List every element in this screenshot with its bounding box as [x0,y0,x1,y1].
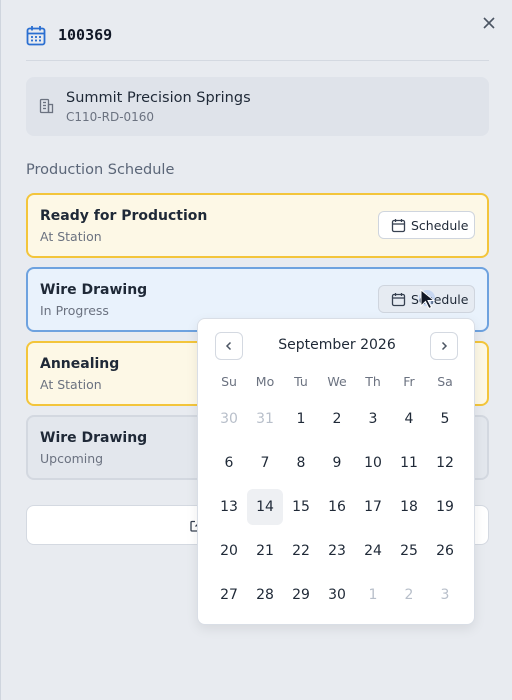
calendar-day[interactable]: 13 [211,489,247,525]
calendar-day[interactable]: 20 [211,533,247,569]
schedule-button[interactable]: Schedule [378,285,475,313]
calendar-day[interactable]: 23 [319,533,355,569]
calendar-day[interactable]: 24 [355,533,391,569]
calendar-day-outside-month[interactable]: 2 [391,577,427,613]
page-title: 100369 [58,26,113,44]
calendar-day[interactable]: 8 [283,445,319,481]
calendar-icon [391,292,406,306]
step-status: At Station [40,377,102,392]
calendar-day[interactable]: 2 [319,401,355,437]
weekday-label: Fr [403,374,415,389]
calendar-day[interactable]: 11 [391,445,427,481]
calendar-day[interactable]: 3 [355,401,391,437]
date-picker-popover: September 2026 Su Mo Tu We Th Fr Sa 30 3… [197,318,475,625]
building-icon [39,98,54,114]
chevron-right-icon [441,341,448,351]
calendar-day[interactable]: 15 [283,489,319,525]
calendar-day[interactable]: 7 [247,445,283,481]
calendar-day[interactable]: 25 [391,533,427,569]
step-title: Annealing [40,356,120,372]
weekday-label: Mo [255,374,275,389]
weekday-label: Tu [294,374,308,389]
calendar-day-outside-month[interactable]: 1 [355,577,391,613]
calendar-day[interactable]: 10 [355,445,391,481]
close-button[interactable] [480,13,498,33]
step-status: In Progress [40,303,109,318]
calendar-day[interactable]: 18 [391,489,427,525]
schedule-button-label: Schedule [411,291,469,307]
calendar-day[interactable]: 30 [319,577,355,613]
weekday-label: Sa [437,374,453,389]
step-status: Upcoming [40,451,104,466]
panel-header: 100369 [26,24,489,61]
calendar-day[interactable]: 6 [211,445,247,481]
next-month-button[interactable] [430,332,458,360]
schedule-button[interactable]: Schedule [378,211,475,239]
calendar-day[interactable]: 16 [319,489,355,525]
company-code: C110-RD-0160 [66,110,155,124]
calendar-day[interactable]: 1 [283,401,319,437]
calendar-icon [391,218,406,232]
calendar-day[interactable]: 21 [247,533,283,569]
step-card-ready-for-production: Ready for Production At Station Schedule [26,193,489,258]
calendar-day[interactable]: 9 [319,445,355,481]
calendar-day-outside-month[interactable]: 30 [211,401,247,437]
step-title: Wire Drawing [40,282,148,298]
calendar-day[interactable]: 17 [355,489,391,525]
weekday-label: We [327,374,347,389]
weekday-label: Su [221,374,237,389]
weekday-label: Th [365,374,381,389]
weekday-header-row: Su Mo Tu We Th Fr Sa [211,374,463,389]
calendar-day[interactable]: 5 [427,401,463,437]
calendar-day[interactable]: 19 [427,489,463,525]
calendar-icon [26,26,46,46]
section-heading: Production Schedule [26,162,175,178]
close-icon [483,17,495,29]
company-name: Summit Precision Springs [66,90,251,106]
calendar-day[interactable]: 4 [391,401,427,437]
calendar-day-grid: 30 31 1 2 3 4 5 6 7 8 9 10 11 12 13 14 1… [211,401,463,621]
production-panel: 100369 Summit Precision Springs C110-RD-… [0,0,512,700]
calendar-day-outside-month[interactable]: 31 [247,401,283,437]
company-card: Summit Precision Springs C110-RD-0160 [26,77,489,136]
calendar-day-outside-month[interactable]: 3 [427,577,463,613]
calendar-day[interactable]: 26 [427,533,463,569]
schedule-button-label: Schedule [411,217,469,233]
calendar-day[interactable]: 29 [283,577,319,613]
calendar-day[interactable]: 27 [211,577,247,613]
step-title: Wire Drawing [40,430,148,446]
calendar-day[interactable]: 22 [283,533,319,569]
step-status: At Station [40,229,102,244]
step-title: Ready for Production [40,208,208,224]
calendar-day[interactable]: 12 [427,445,463,481]
calendar-day-highlighted[interactable]: 14 [247,489,283,525]
calendar-day[interactable]: 28 [247,577,283,613]
